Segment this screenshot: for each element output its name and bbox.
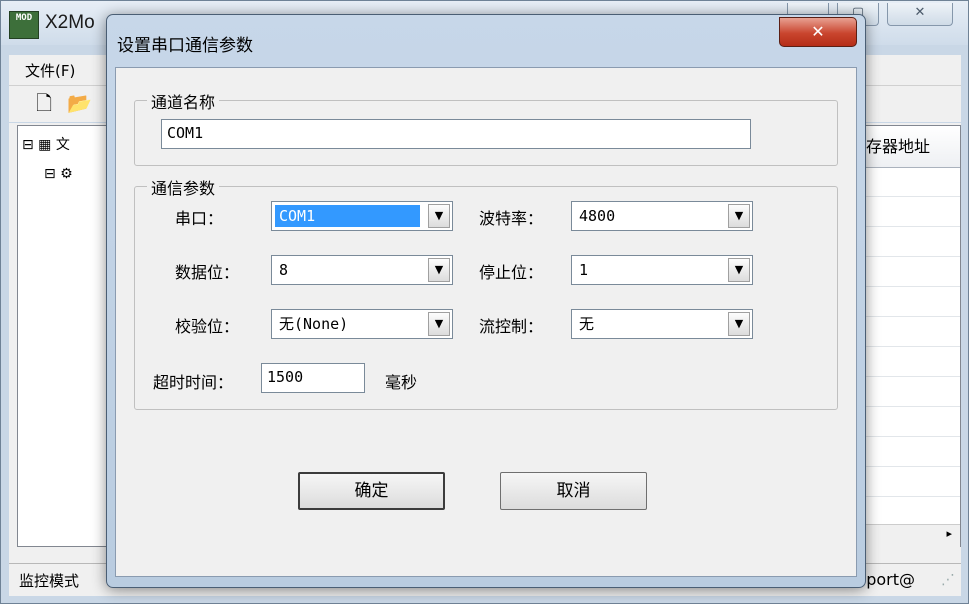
baud-rate-select-value: 4800 (579, 207, 616, 225)
grid-pane[interactable]: 存器地址 ▸ (859, 125, 961, 547)
comm-params-group-label: 通信参数 (147, 175, 220, 199)
status-mode: 监控模式 (19, 572, 80, 590)
chevron-down-icon[interactable]: ▼ (728, 258, 750, 282)
grid-horizontal-scrollbar[interactable]: ▸ (860, 524, 960, 547)
dialog-title: 设置串口通信参数 (117, 36, 253, 56)
grid-row-line (860, 286, 960, 287)
timeout-input[interactable]: 1500 (261, 363, 365, 393)
data-bits-label: 数据位： (175, 263, 240, 282)
stop-bits-select-value: 1 (579, 261, 589, 279)
status-port: port@ (866, 570, 915, 589)
channel-name-group-label: 通道名称 (147, 89, 220, 113)
grid-row-line (860, 316, 960, 317)
flow-control-select-value: 无 (579, 315, 595, 333)
dialog-close-button[interactable]: ✕ (779, 17, 857, 47)
baud-rate-label: 波特率： (479, 209, 544, 228)
cancel-button[interactable]: 取消 (500, 472, 647, 510)
chevron-down-icon[interactable]: ▼ (728, 204, 750, 228)
port-select-value: COM1 (275, 205, 420, 227)
channel-name-input[interactable]: COM1 (161, 119, 751, 149)
tree-pane[interactable]: ⊟ ▦ 文 ⊟ ⚙ (17, 125, 109, 547)
grid-row-line (860, 196, 960, 197)
tree-root-node[interactable]: ⊟ ▦ 文 (22, 134, 70, 154)
main-close-button[interactable]: ✕ (887, 3, 953, 26)
grid-row-line (860, 406, 960, 407)
grid-row-line (860, 376, 960, 377)
scroll-right-arrow-icon[interactable]: ▸ (946, 527, 952, 540)
new-file-icon[interactable]: 🗋 (33, 92, 55, 114)
menu-file[interactable]: 文件(F) (25, 60, 75, 81)
parity-label: 校验位： (175, 317, 240, 336)
chevron-down-icon[interactable]: ▼ (428, 312, 450, 336)
open-folder-icon[interactable]: 📂 (67, 92, 92, 114)
timeout-label: 超时时间： (153, 373, 234, 392)
baud-rate-select[interactable]: 4800 ▼ (571, 201, 753, 231)
chevron-down-icon[interactable]: ▼ (428, 204, 450, 228)
port-label: 串口： (175, 209, 224, 228)
channel-name-group: 通道名称 COM1 (134, 89, 838, 166)
comm-params-group: 通信参数 串口： COM1 ▼ 波特率： 4800 ▼ 数据位： 8 ▼ 停止位… (134, 175, 838, 410)
stop-bits-label: 停止位： (479, 263, 544, 282)
grid-row-line (860, 346, 960, 347)
grid-row-line (860, 256, 960, 257)
app-icon: MOD (9, 11, 39, 39)
ok-button[interactable]: 确定 (298, 472, 445, 510)
port-select[interactable]: COM1 ▼ (271, 201, 453, 231)
timeout-unit-label: 毫秒 (385, 373, 418, 392)
tree-child-node[interactable]: ⊟ ⚙ (44, 166, 73, 182)
grid-row-line (860, 466, 960, 467)
parity-select-value: 无(None) (279, 315, 349, 333)
stop-bits-select[interactable]: 1 ▼ (571, 255, 753, 285)
flow-control-select[interactable]: 无 ▼ (571, 309, 753, 339)
grid-row-line (860, 226, 960, 227)
dialog-client-area: 通道名称 COM1 通信参数 串口： COM1 ▼ 波特率： 4800 ▼ 数据… (115, 67, 857, 577)
parity-select[interactable]: 无(None) ▼ (271, 309, 453, 339)
main-window-title: X2Mo (45, 12, 95, 33)
grid-row-line (860, 436, 960, 437)
grid-column-header[interactable]: 存器地址 (860, 126, 960, 168)
tree-root-label: 文 (55, 137, 70, 153)
resize-grip-icon[interactable]: ⋰ (941, 572, 955, 588)
chevron-down-icon[interactable]: ▼ (428, 258, 450, 282)
grid-row-line (860, 496, 960, 497)
flow-control-label: 流控制： (479, 317, 544, 336)
data-bits-select[interactable]: 8 ▼ (271, 255, 453, 285)
chevron-down-icon[interactable]: ▼ (728, 312, 750, 336)
serial-settings-dialog: 设置串口通信参数 ✕ 通道名称 COM1 通信参数 串口： COM1 ▼ 波特率… (106, 14, 866, 588)
data-bits-select-value: 8 (279, 261, 289, 279)
